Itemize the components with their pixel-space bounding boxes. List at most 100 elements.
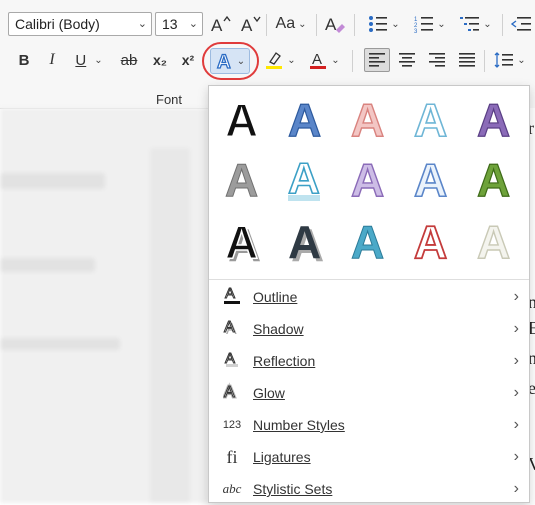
text-effect-style[interactable]: AA — [275, 210, 335, 270]
svg-text:A: A — [477, 94, 510, 143]
decrease-indent-icon — [511, 17, 531, 31]
number-styles-icon: 123 — [222, 419, 242, 431]
highlighter-icon — [266, 52, 283, 69]
menu-item-label: Glow — [253, 385, 285, 401]
text-effect-style[interactable]: A — [275, 148, 335, 208]
menu-item-label: Outline — [253, 289, 298, 305]
svg-text:A: A — [477, 216, 510, 265]
chevron-down-icon: ⌄ — [188, 18, 198, 30]
multilevel-list-button[interactable]: ⌄ — [456, 12, 496, 36]
strikethrough-label: ab — [120, 51, 138, 69]
glow-icon: AA — [221, 381, 243, 406]
grow-font-button[interactable]: A — [208, 12, 232, 36]
grow-font-icon: A — [211, 15, 231, 34]
chevron-right-icon: › — [513, 480, 519, 497]
bold-button[interactable]: B — [12, 48, 36, 72]
chevron-right-icon: › — [513, 320, 519, 337]
shrink-font-button[interactable]: A — [238, 12, 262, 36]
blurred-panel — [150, 148, 190, 503]
superscript-button[interactable]: x² — [176, 48, 200, 72]
menu-item-outline[interactable]: A Outline › — [209, 281, 529, 313]
numbering-icon: 123 — [414, 17, 434, 33]
font-name-combo[interactable]: Calibri (Body) ⌄ — [8, 12, 152, 36]
shadow-icon: AA — [221, 317, 243, 342]
svg-text:A: A — [224, 384, 235, 401]
subscript-label: x₂ — [152, 52, 167, 68]
blurred-field — [0, 338, 120, 350]
align-right-icon — [429, 53, 445, 67]
chevron-down-icon: ⌄ — [437, 18, 446, 30]
text-effect-style[interactable]: AA — [212, 210, 272, 270]
menu-item-shadow[interactable]: AA Shadow › — [209, 313, 529, 345]
strikethrough-button[interactable]: ab — [114, 48, 144, 72]
text-effect-style[interactable]: A — [401, 210, 461, 270]
svg-text:A: A — [351, 154, 384, 203]
text-effect-style[interactable]: A — [464, 148, 524, 208]
menu-item-label: Ligatures — [253, 449, 311, 465]
menu-item-label: Number Styles — [253, 417, 345, 433]
clear-formatting-icon: A — [325, 15, 345, 34]
text-effect-style[interactable]: A — [275, 88, 335, 148]
text-effect-style[interactable]: A — [338, 88, 398, 148]
svg-text:A: A — [414, 216, 447, 265]
chevron-right-icon: › — [513, 288, 519, 305]
menu-item-number-styles[interactable]: 123 Number Styles › — [209, 409, 529, 441]
ribbon-separator — [352, 50, 353, 72]
chevron-down-icon: ⌄ — [331, 54, 340, 66]
chevron-down-icon: ⌄ — [94, 54, 103, 66]
text-effect-style[interactable]: A — [212, 88, 272, 148]
svg-text:A: A — [225, 216, 258, 265]
highlight-ring — [202, 42, 259, 80]
ribbon-separator — [502, 14, 503, 36]
text-effects-menu: A A A A A A A A A A AA A A A A A A Outli… — [208, 85, 530, 503]
bullets-icon — [369, 16, 388, 32]
italic-button[interactable]: I — [40, 48, 64, 72]
menu-item-reflection[interactable]: A Reflection › — [209, 345, 529, 377]
svg-text:A: A — [225, 94, 258, 143]
clear-formatting-button[interactable]: A — [322, 12, 348, 36]
text-highlight-color-button[interactable]: ⌄ — [260, 48, 300, 72]
menu-item-stylistic-sets[interactable]: abc Stylistic Sets › — [209, 473, 529, 505]
numbering-button[interactable]: 1 2 3 ⌄ — [410, 12, 450, 36]
font-name-value: Calibri (Body) — [15, 16, 100, 32]
svg-text:A: A — [351, 94, 384, 143]
text-effect-style[interactable]: A — [401, 148, 461, 208]
text-effect-style[interactable]: A — [212, 148, 272, 208]
chevron-right-icon: › — [513, 416, 519, 433]
font-color-button[interactable]: A ⌄ — [304, 48, 344, 72]
align-left-button[interactable] — [364, 48, 390, 72]
font-size-combo[interactable]: 13 ⌄ — [155, 12, 203, 36]
svg-text:A: A — [225, 154, 258, 203]
align-right-button[interactable] — [424, 48, 450, 72]
subscript-button[interactable]: x₂ — [148, 48, 172, 72]
svg-text:3: 3 — [414, 29, 418, 33]
menu-item-glow[interactable]: AA Glow › — [209, 377, 529, 409]
text-effect-style[interactable]: A — [401, 88, 461, 148]
text-effect-style[interactable]: A — [338, 148, 398, 208]
text-effects-gallery: A A A A A A A A A A AA A A A A A — [209, 86, 529, 278]
font-size-value: 13 — [162, 16, 178, 32]
text-effect-style[interactable]: A — [464, 88, 524, 148]
justify-button[interactable] — [454, 48, 480, 72]
chevron-down-icon: ⌄ — [391, 18, 400, 30]
decrease-indent-button[interactable] — [508, 12, 534, 36]
superscript-label: x² — [181, 52, 195, 68]
font-color-icon: A — [310, 51, 327, 69]
bullets-button[interactable]: ⌄ — [364, 12, 404, 36]
chevron-right-icon: › — [513, 352, 519, 369]
text-effect-style[interactable]: A — [338, 210, 398, 270]
align-center-button[interactable] — [394, 48, 420, 72]
menu-item-ligatures[interactable]: fi Ligatures › — [209, 441, 529, 473]
text-effect-style[interactable]: A — [464, 210, 524, 270]
chevron-down-icon: ⌄ — [287, 54, 296, 66]
svg-text:A: A — [288, 94, 321, 143]
svg-text:A: A — [312, 51, 322, 68]
line-spacing-button[interactable]: ⌄ — [488, 48, 532, 72]
outline-icon: A — [221, 284, 243, 310]
change-case-button[interactable]: Aa ⌄ — [270, 12, 312, 36]
chevron-down-icon: ⌄ — [137, 18, 147, 30]
underline-button[interactable]: U ⌄ — [68, 48, 110, 72]
svg-text:A: A — [225, 285, 235, 302]
highlight-color-swatch — [266, 66, 283, 69]
italic-label: I — [49, 51, 55, 68]
